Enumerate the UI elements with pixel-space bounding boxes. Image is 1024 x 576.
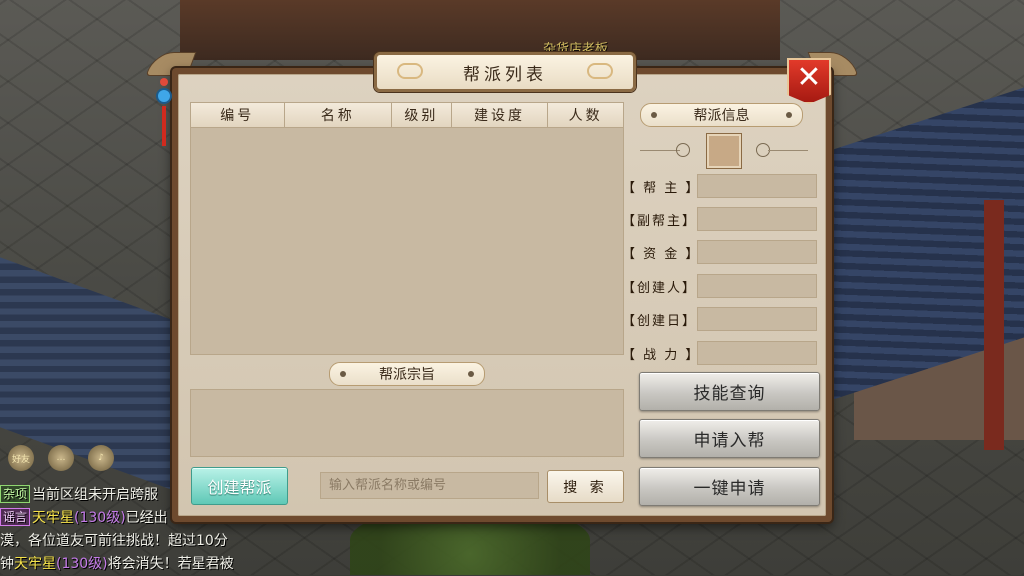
close-icon: ✕ <box>796 60 822 95</box>
channel-tag: 杂项 <box>0 485 31 503</box>
swirl-ornament-icon <box>676 143 690 157</box>
guild-search-input[interactable] <box>320 472 539 499</box>
column-header-id[interactable]: 编号 <box>191 103 285 127</box>
table-body[interactable] <box>191 128 623 354</box>
info-label: 【 战 力 】 <box>622 347 701 363</box>
chat-bubble-icon[interactable]: … <box>48 445 74 471</box>
apply-join-button[interactable]: 申请入帮 <box>639 419 820 458</box>
close-button[interactable]: ✕ <box>787 58 831 104</box>
building-roof <box>180 0 780 60</box>
info-value <box>697 174 817 198</box>
chat-text: 漠，各位道友可前往挑战！超过10分 <box>0 533 228 549</box>
building-pillar <box>984 200 1004 450</box>
info-label: 【副帮主】 <box>622 213 698 229</box>
boss-name[interactable]: 天牢星 <box>32 510 74 526</box>
chat-text: 已经出 <box>125 510 168 526</box>
microphone-icon[interactable]: ♪ <box>88 445 114 471</box>
info-label: 【创建人】 <box>622 280 698 296</box>
info-value <box>697 274 817 298</box>
column-header-name[interactable]: 名称 <box>285 103 393 127</box>
info-row-founder: 【创建人】 <box>622 274 818 298</box>
table-header: 编号 名称 级别 建设度 人数 <box>191 103 623 128</box>
chat-text: 钟 <box>0 556 14 572</box>
info-value <box>697 341 817 365</box>
guild-purpose-box <box>190 389 624 457</box>
skill-query-button[interactable]: 技能查询 <box>639 372 820 411</box>
tassel-ornament <box>158 78 170 174</box>
info-value <box>697 307 817 331</box>
channel-tag: 谣言 <box>0 508 31 526</box>
boss-level: (130级) <box>56 556 108 572</box>
info-label: 【 资 金 】 <box>622 246 701 262</box>
chat-text: 当前区组未开启跨服 <box>32 487 159 503</box>
search-button[interactable]: 搜 索 <box>547 470 624 503</box>
boss-name[interactable]: 天牢星 <box>14 556 56 572</box>
boss-level: (130级) <box>74 510 126 526</box>
guild-info-title: 帮派信息 <box>693 108 750 124</box>
cloud-ornament-icon <box>397 63 423 79</box>
divider <box>768 150 808 151</box>
guild-purpose-title: 帮派宗旨 <box>379 367 435 383</box>
dialog-title: 帮派列表 <box>463 64 547 85</box>
guild-purpose-header: 帮派宗旨 <box>329 362 485 386</box>
guild-emblem <box>706 133 742 169</box>
info-row-vice-leader: 【副帮主】 <box>622 207 818 231</box>
guild-info-header: 帮派信息 <box>640 103 803 127</box>
info-value <box>697 240 817 264</box>
column-header-members[interactable]: 人数 <box>548 103 623 127</box>
chat-shortcuts: 好友 … ♪ <box>8 445 114 471</box>
info-label: 【 帮 主 】 <box>622 180 701 196</box>
column-header-level[interactable]: 级别 <box>392 103 452 127</box>
dialog-title-plate: 帮派列表 <box>374 52 636 92</box>
friends-icon[interactable]: 好友 <box>8 445 34 471</box>
info-row-founded-date: 【创建日】 <box>622 307 818 331</box>
info-label: 【创建日】 <box>622 313 698 329</box>
divider <box>640 150 680 151</box>
guild-table[interactable]: 编号 名称 级别 建设度 人数 <box>190 102 624 355</box>
info-row-funds: 【 资 金 】 <box>622 240 818 264</box>
quick-apply-button[interactable]: 一键申请 <box>639 467 820 506</box>
chat-text: 将会消失！若星君被 <box>107 556 234 572</box>
chat-line: 漠，各位道友可前往挑战！超过10分 <box>0 530 260 553</box>
info-row-power: 【 战 力 】 <box>622 341 818 365</box>
column-header-construction[interactable]: 建设度 <box>452 103 549 127</box>
create-guild-button[interactable]: 创建帮派 <box>191 467 288 505</box>
cloud-ornament-icon <box>587 63 613 79</box>
info-row-leader: 【 帮 主 】 <box>622 174 818 198</box>
info-value <box>697 207 817 231</box>
chat-line: 钟天牢星(130级)将会消失！若星君被 <box>0 553 260 576</box>
